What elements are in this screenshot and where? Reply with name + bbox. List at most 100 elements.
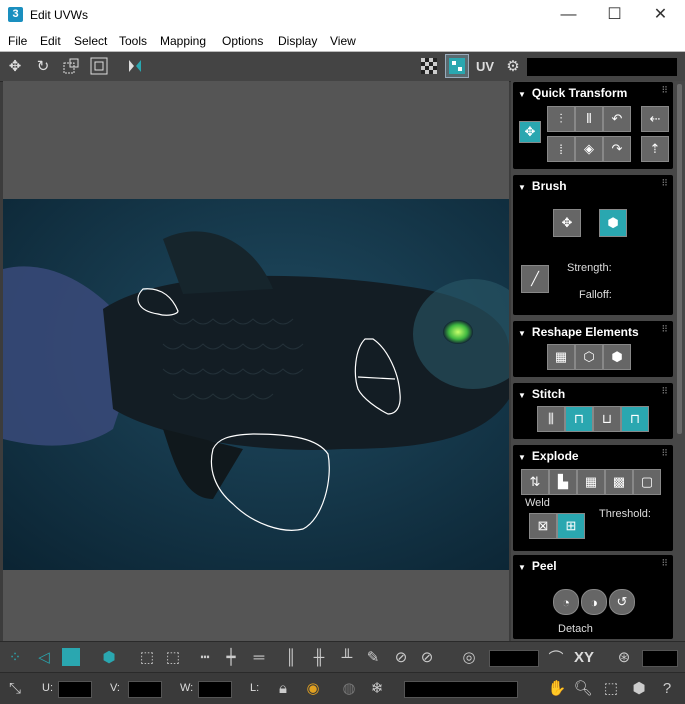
align-left-icon[interactable]: ⁞ <box>547 136 575 162</box>
grip-icon[interactable]: ⠿ <box>661 324 668 335</box>
close-button[interactable]: ✕ <box>638 0 683 30</box>
falloff-curve-icon[interactable]: ⌒ <box>545 646 567 668</box>
shrink-brush-icon[interactable]: ⊘ <box>416 646 438 668</box>
mirror-icon[interactable] <box>124 55 146 77</box>
w-value-field[interactable] <box>198 681 232 698</box>
stitch-section: ▼ Stitch ⠿ ⫼ ⊓ ⊔ ⊓ <box>513 383 673 439</box>
relax-icon[interactable]: ⬢ <box>603 344 631 370</box>
rotate-cw-icon[interactable]: ↷ <box>603 136 631 162</box>
grip-icon[interactable]: ⠿ <box>661 448 668 459</box>
grip-icon[interactable]: ⠿ <box>661 178 668 189</box>
ring-shrink-icon[interactable]: ╫ <box>308 646 330 668</box>
align-grid-icon[interactable]: ◈ <box>575 136 603 162</box>
quick-transform-header[interactable]: ▼ Quick Transform <box>518 86 627 100</box>
pixel-snap-icon[interactable]: ⊛ <box>613 646 635 668</box>
hide-selection-icon[interactable]: ◉ <box>302 677 324 699</box>
grip-icon[interactable]: ⠿ <box>661 558 668 569</box>
maximize-button[interactable]: ☐ <box>592 0 637 30</box>
scale-icon[interactable] <box>60 55 82 77</box>
loop-selection-icon[interactable]: ┅ <box>194 646 216 668</box>
shrink-selection-icon[interactable]: ⬚ <box>162 646 184 668</box>
brush-stroke-icon[interactable]: ╱ <box>521 265 549 293</box>
help-icon[interactable]: ? <box>656 677 678 699</box>
relax-until-flat-icon[interactable]: ⬡ <box>575 344 603 370</box>
rotate-ccw-icon[interactable]: ↶ <box>603 106 631 132</box>
align-vertical-icon[interactable]: ⦀ <box>575 106 603 132</box>
rotate-icon[interactable]: ↻ <box>32 55 54 77</box>
show-all-icon[interactable]: ◍ <box>338 677 360 699</box>
paint-move-brush-icon[interactable]: ✥ <box>553 209 581 237</box>
menu-select[interactable]: Select <box>74 34 107 48</box>
explode-box-icon[interactable]: ▢ <box>633 469 661 495</box>
reshape-elements-header[interactable]: ▼ Reshape Elements <box>518 325 639 339</box>
peel-header[interactable]: ▼ Peel <box>518 559 557 573</box>
menu-options[interactable]: Options <box>222 34 263 48</box>
freeform-icon[interactable] <box>88 55 110 77</box>
menu-tools[interactable]: Tools <box>119 34 147 48</box>
absolute-mode-icon[interactable]: ⤡ <box>4 677 26 699</box>
pan-hand-icon[interactable]: ✋ <box>546 677 568 699</box>
menu-edit[interactable]: Edit <box>40 34 61 48</box>
stitch-header[interactable]: ▼ Stitch <box>518 387 565 401</box>
stitch-custom-icon[interactable]: ⫼ <box>537 406 565 432</box>
align-horizontal-icon[interactable]: ⫶ <box>547 106 575 132</box>
enlarge-brush-icon[interactable]: ⊘ <box>390 646 412 668</box>
break-icon[interactable]: ⇅ <box>521 469 549 495</box>
detach-edge-icon[interactable]: ▙ <box>549 469 577 495</box>
flatten-icon[interactable]: ▦ <box>577 469 605 495</box>
u-value-field[interactable] <box>58 681 92 698</box>
settings-icon[interactable]: ⚙ <box>502 55 524 77</box>
zoom-extents-icon[interactable]: ⬢ <box>628 677 650 699</box>
grip-icon[interactable]: ⠿ <box>661 386 668 397</box>
menu-mapping[interactable]: Mapping <box>160 34 206 48</box>
checker-map-icon[interactable] <box>418 55 440 77</box>
relax-brush-icon[interactable]: ⬢ <box>599 209 627 237</box>
stitch-source-icon[interactable]: ⊓ <box>621 406 649 432</box>
zoom-value-field[interactable] <box>642 650 678 667</box>
menu-file[interactable]: File <box>8 34 27 48</box>
zoom-icon[interactable]: 🔍︎ <box>572 677 594 699</box>
stitch-average-icon[interactable]: ⊔ <box>593 406 621 432</box>
space-horizontal-icon[interactable]: ⇠ <box>641 106 669 132</box>
ring-selection-icon[interactable]: ═ <box>248 646 270 668</box>
zoom-region-icon[interactable]: ⬚ <box>600 677 622 699</box>
texture-dropdown[interactable] <box>527 58 677 76</box>
explode-checker-icon[interactable]: ▩ <box>605 469 633 495</box>
peel-reset-icon[interactable]: ↺ <box>609 589 635 615</box>
menu-display[interactable]: Display <box>278 34 317 48</box>
stitch-target-icon[interactable]: ⊓ <box>565 406 593 432</box>
weld-selected-icon[interactable]: ⊠ <box>529 513 557 539</box>
grip-icon[interactable]: ⠿ <box>661 85 668 96</box>
v-value-field[interactable] <box>128 681 162 698</box>
paint-brush-icon[interactable]: ✎ <box>362 646 384 668</box>
ring-grow-icon[interactable]: ║ <box>280 646 302 668</box>
texture-map-icon[interactable] <box>445 54 469 78</box>
element-mode-icon[interactable]: ⬢ <box>98 646 120 668</box>
panel-scrollbar[interactable] <box>677 84 682 434</box>
lock-icon[interactable]: 🔒︎ <box>272 677 294 699</box>
peel-mode-icon[interactable]: ◑ <box>581 589 607 615</box>
xy-label[interactable]: XY <box>574 649 594 666</box>
loop-grow-icon[interactable]: ┿ <box>220 646 242 668</box>
uv-space-toggle[interactable]: UV <box>474 55 496 77</box>
peel-quick-icon[interactable]: ◔ <box>553 589 579 615</box>
align-center-icon[interactable]: ✥ <box>519 121 541 143</box>
grow-selection-icon[interactable]: ⬚ <box>136 646 158 668</box>
minimize-button[interactable]: — <box>546 0 591 30</box>
edge-mode-icon[interactable]: ◁ <box>33 646 55 668</box>
space-vertical-icon[interactable]: ⇡ <box>641 136 669 162</box>
menu-view[interactable]: View <box>330 34 356 48</box>
vertex-mode-icon[interactable]: ⁘ <box>4 646 26 668</box>
freeze-icon[interactable]: ❄ <box>366 677 388 699</box>
selection-filter-dropdown[interactable] <box>404 681 518 698</box>
weld-target-icon[interactable]: ⊞ <box>557 513 585 539</box>
brush-header[interactable]: ▼ Brush <box>518 179 567 193</box>
soft-selection-value-field[interactable] <box>489 650 539 667</box>
soft-selection-icon[interactable]: ◎ <box>458 646 480 668</box>
move-icon[interactable]: ✥ <box>4 55 26 77</box>
straighten-icon[interactable]: ▦ <box>547 344 575 370</box>
quick-transform-title: Quick Transform <box>531 86 628 100</box>
explode-header[interactable]: ▼ Explode <box>518 449 579 463</box>
paint-select-icon[interactable]: ╨ <box>336 646 358 668</box>
face-mode-icon[interactable] <box>60 646 82 668</box>
